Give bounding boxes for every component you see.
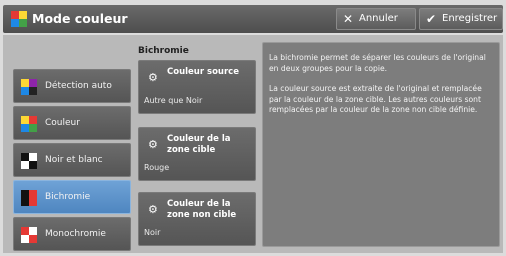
bichrome-icon	[21, 190, 37, 206]
section-title: Bichromie	[138, 46, 189, 56]
gear-icon: ⚙	[148, 138, 158, 151]
option-label: Monochromie	[45, 229, 106, 239]
check-icon: ✔	[426, 12, 437, 26]
option-label: Bichromie	[45, 192, 91, 202]
info-paragraph: La bichromie permet de séparer les coule…	[269, 53, 486, 73]
target-color-button[interactable]: ⚙ Couleur de la zone cible Rouge	[138, 127, 256, 181]
non-target-color-value: Noir	[144, 228, 161, 237]
option-color[interactable]: Couleur	[13, 106, 131, 140]
color-mode-icon	[11, 11, 27, 27]
header-bar: Mode couleur ✕ Annuler ✔ Enregistrer	[3, 5, 503, 33]
cancel-button[interactable]: ✕ Annuler	[336, 8, 416, 30]
close-icon: ✕	[343, 12, 354, 26]
option-black-white[interactable]: Noir et blanc	[13, 143, 131, 177]
gear-icon: ⚙	[148, 71, 158, 84]
target-color-value: Rouge	[144, 163, 170, 172]
option-label: Détection auto	[45, 81, 112, 91]
info-panel: La bichromie permet de séparer les coule…	[262, 42, 500, 247]
save-button[interactable]: ✔ Enregistrer	[419, 8, 503, 30]
option-label: Couleur	[45, 118, 80, 128]
auto-detect-icon	[21, 79, 37, 95]
info-paragraph: La couleur source est extraite de l'orig…	[269, 84, 482, 114]
page-title: Mode couleur	[32, 11, 128, 26]
monochrome-icon	[21, 227, 37, 243]
option-bichrome[interactable]: Bichromie	[13, 180, 131, 214]
cancel-label: Annuler	[359, 13, 398, 24]
source-color-value: Autre que Noir	[144, 96, 203, 105]
option-monochrome[interactable]: Monochromie	[13, 217, 131, 251]
black-white-icon	[21, 153, 37, 169]
target-color-label: Couleur de la zone cible	[167, 134, 231, 155]
non-target-color-label: Couleur de la zone non cible	[167, 199, 237, 220]
screen: Mode couleur ✕ Annuler ✔ Enregistrer Dét…	[0, 0, 506, 256]
option-auto-detect[interactable]: Détection auto	[13, 69, 131, 103]
option-label: Noir et blanc	[45, 155, 103, 165]
source-color-button[interactable]: ⚙ Couleur source Autre que Noir	[138, 60, 256, 114]
source-color-label: Couleur source	[167, 67, 239, 77]
gear-icon: ⚙	[148, 203, 158, 216]
non-target-color-button[interactable]: ⚙ Couleur de la zone non cible Noir	[138, 192, 256, 246]
save-label: Enregistrer	[442, 13, 498, 24]
color-icon	[21, 116, 37, 132]
